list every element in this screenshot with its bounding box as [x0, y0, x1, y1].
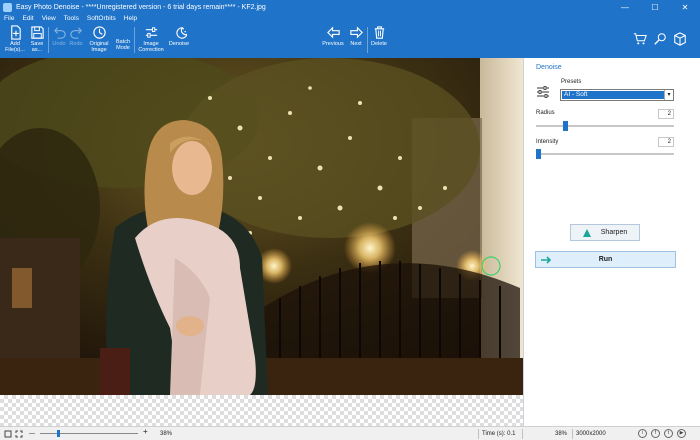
maximize-button[interactable]: ☐	[640, 0, 670, 14]
next-label: Next	[350, 41, 362, 47]
zoom-level-right: 38%	[555, 431, 568, 437]
menu-view[interactable]: View	[38, 14, 60, 24]
cart-button[interactable]	[633, 32, 647, 48]
title-bar: Easy Photo Denoise - ****Unregistered ve…	[0, 0, 700, 14]
radius-label: Radius	[536, 110, 555, 116]
close-button[interactable]: ✕	[670, 0, 700, 14]
minimize-button[interactable]: —	[610, 0, 640, 14]
image-canvas[interactable]	[0, 58, 523, 395]
search-icon	[654, 33, 666, 45]
presets-dropdown[interactable]: AI - Soft ▾	[560, 89, 674, 101]
processing-time: Time (s): 0.1	[482, 431, 516, 437]
canvas-transparent-area	[0, 395, 523, 426]
previous-label: Previous	[322, 41, 344, 47]
sharpen-label: Sharpen	[600, 229, 628, 236]
undo-button[interactable]: Undo	[51, 25, 67, 47]
actual-size-icon[interactable]	[15, 430, 23, 438]
status-divider	[522, 429, 523, 439]
app-icon	[3, 2, 12, 12]
youtube-icon[interactable]: ▶	[677, 429, 686, 438]
sharpen-icon	[582, 228, 591, 237]
radius-slider[interactable]	[536, 121, 674, 131]
arrow-right-icon	[541, 256, 552, 264]
zoom-slider[interactable]	[40, 433, 138, 434]
facebook-icon[interactable]: f	[651, 429, 660, 438]
window-title: Easy Photo Denoise - ****Unregistered ve…	[16, 3, 266, 11]
toolbar: Add File(s)... Save as... Undo Redo Orig…	[0, 24, 700, 58]
preset-selected-value: AI - Soft	[562, 91, 665, 99]
zoom-level-left: 38%	[160, 431, 173, 437]
intensity-label: Intensity	[536, 139, 559, 145]
next-button[interactable]: Next	[347, 25, 365, 47]
image-correction-label: Image Correction	[138, 41, 164, 53]
batch-mode-button[interactable]: Batch Mode	[113, 25, 133, 51]
menu-softorbits[interactable]: SoftOrbits	[83, 14, 120, 24]
add-files-label: Add File(s)...	[5, 41, 25, 53]
panel-title: Denoise	[536, 64, 562, 71]
settings-sliders-icon[interactable]	[536, 86, 550, 98]
twitter-icon[interactable]: t	[664, 429, 673, 438]
photo-preview	[0, 58, 523, 395]
arrow-left-icon	[326, 26, 340, 39]
history-icon	[92, 26, 106, 39]
toolbar-divider	[367, 27, 368, 53]
info-icon[interactable]: i	[638, 429, 647, 438]
menu-bar: File Edit View Tools SoftOrbits Help	[0, 14, 700, 24]
delete-label: Delete	[371, 41, 387, 47]
denoise-button[interactable]: Denoise	[167, 25, 191, 47]
sliders-icon	[145, 27, 157, 38]
add-files-button[interactable]: Add File(s)...	[4, 25, 26, 53]
intensity-slider-thumb[interactable]	[536, 149, 541, 159]
image-correction-button[interactable]: Image Correction	[136, 25, 166, 53]
delete-button[interactable]: Delete	[369, 25, 389, 47]
save-as-label: Save as...	[30, 41, 44, 53]
undo-icon	[53, 27, 66, 39]
status-bar: — + 38% Time (s): 0.1 38% 3000x2000 i f …	[0, 426, 700, 440]
menu-file[interactable]: File	[0, 14, 18, 24]
package-button[interactable]	[673, 32, 687, 48]
save-icon	[30, 26, 44, 39]
toolbar-divider	[48, 27, 49, 53]
denoise-icon	[175, 27, 187, 39]
redo-label: Redo	[69, 41, 83, 47]
radius-slider-thumb[interactable]	[562, 121, 568, 131]
save-as-button[interactable]: Save as...	[27, 25, 47, 53]
toolbar-divider	[134, 27, 135, 53]
cart-icon	[633, 33, 647, 45]
radius-value-field[interactable]: 2	[658, 109, 674, 119]
run-label: Run	[598, 256, 613, 263]
sharpen-button[interactable]: Sharpen	[570, 224, 640, 241]
box-icon	[674, 32, 686, 46]
menu-edit[interactable]: Edit	[18, 14, 37, 24]
menu-tools[interactable]: Tools	[60, 14, 83, 24]
redo-button[interactable]: Redo	[68, 25, 84, 47]
image-dimensions: 3000x2000	[576, 431, 606, 437]
undo-label: Undo	[52, 41, 66, 47]
presets-label: Presets	[561, 79, 582, 85]
zoom-slider-thumb[interactable]	[57, 430, 60, 437]
trash-icon	[374, 26, 384, 39]
batch-mode-label: Batch Mode	[115, 39, 131, 51]
fit-screen-icon[interactable]	[4, 430, 12, 438]
arrow-right-icon	[349, 26, 363, 39]
status-divider	[572, 429, 573, 439]
original-image-button[interactable]: Original Image	[86, 25, 112, 53]
previous-button[interactable]: Previous	[320, 25, 346, 47]
original-image-label: Original Image	[89, 41, 109, 53]
denoise-label: Denoise	[168, 41, 190, 47]
intensity-value-field[interactable]: 2	[658, 137, 674, 147]
redo-icon	[69, 27, 82, 39]
zoom-out-button[interactable]: —	[29, 430, 35, 438]
run-button[interactable]: Run	[535, 251, 676, 268]
intensity-slider[interactable]	[536, 149, 674, 159]
status-divider	[478, 429, 479, 439]
add-file-icon	[10, 25, 21, 40]
menu-help[interactable]: Help	[120, 14, 141, 24]
zoom-in-button[interactable]: +	[143, 428, 148, 436]
search-button[interactable]	[653, 32, 667, 48]
denoise-panel: Denoise Presets AI - Soft ▾ Radius 2 Int…	[523, 58, 700, 426]
chevron-down-icon: ▾	[664, 90, 673, 100]
